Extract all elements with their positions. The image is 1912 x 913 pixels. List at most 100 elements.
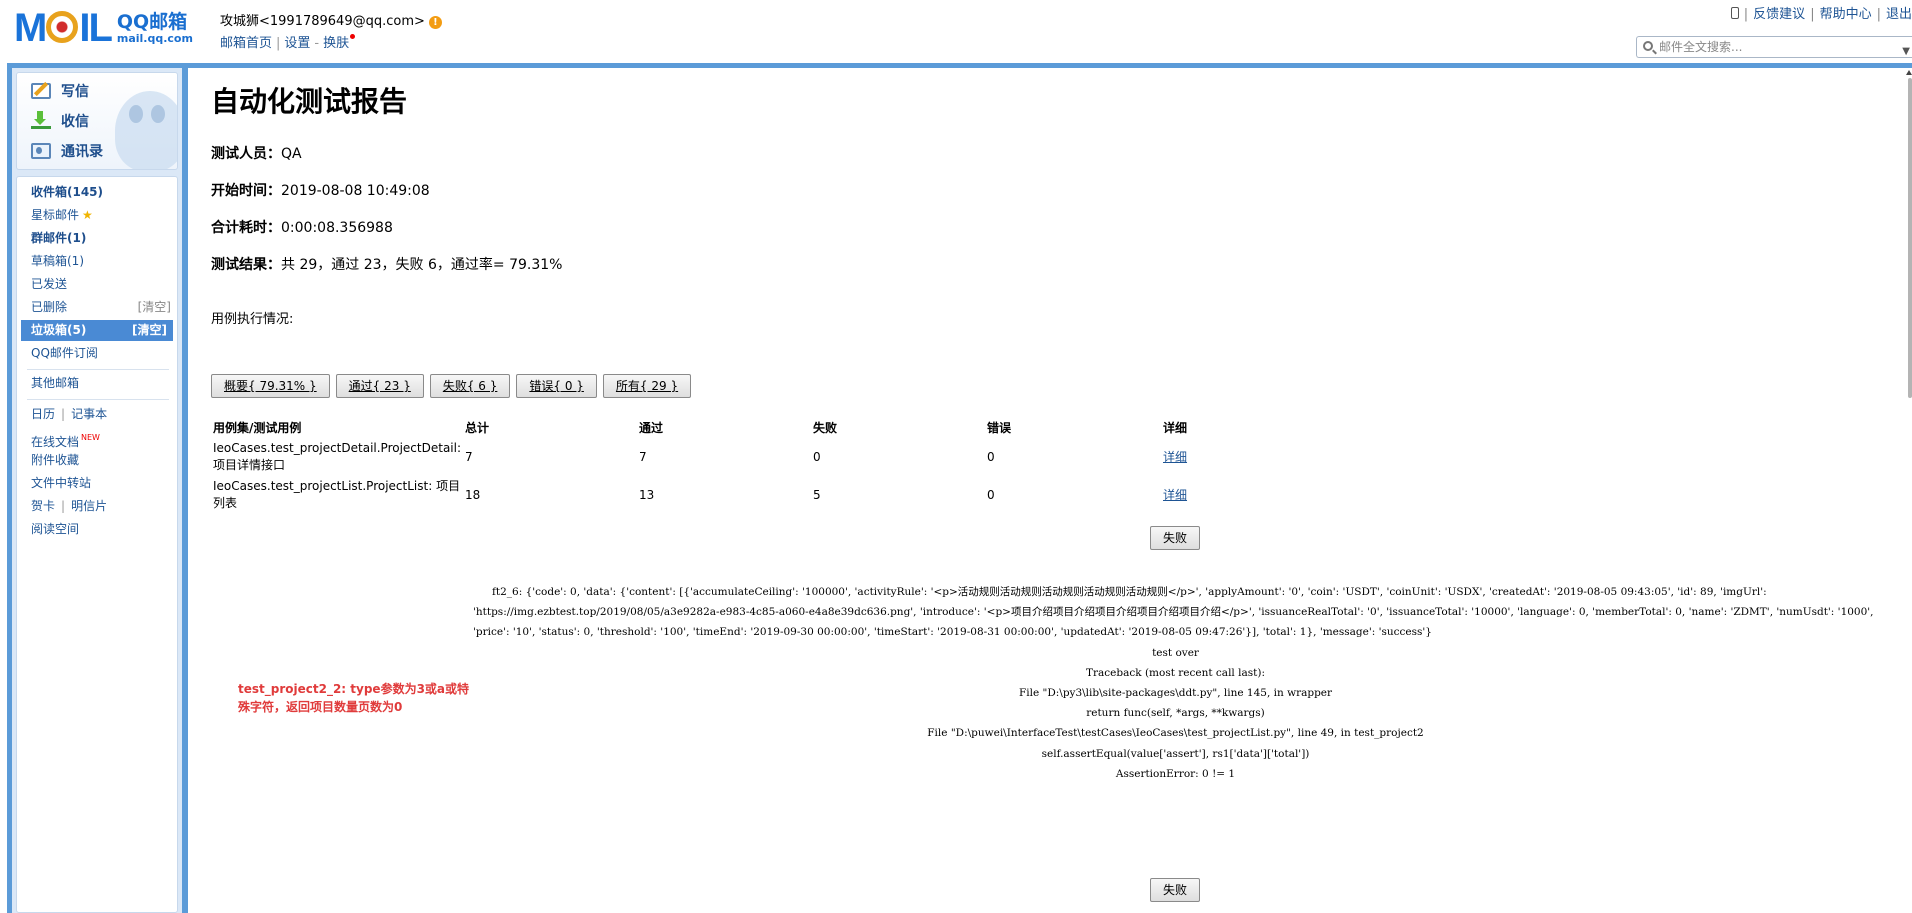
clear-spam-button[interactable]: [清空] — [132, 320, 167, 341]
compose-label: 写信 — [61, 84, 89, 100]
result-table: 用例集/测试用例 总计 通过 失败 错误 详细 IeoCases.test_pr… — [211, 416, 1221, 514]
tab-errors[interactable]: 错误{ 0 } — [516, 374, 597, 398]
col-fail: 失败 — [813, 420, 838, 435]
link-notes[interactable]: 记事本 — [71, 407, 107, 421]
compose-panel: 写信 收信 通讯录 — [16, 72, 178, 170]
meta-tester-label: 测试人员： — [211, 146, 281, 162]
top-links: | 反馈建议 | 帮助中心 | 退出 — [1730, 3, 1912, 22]
sidebar: 写信 收信 通讯录 收件箱(145) 星标邮件 ★ 群邮件(1) 草稿箱(1) 已… — [12, 68, 182, 913]
folder-inbox[interactable]: 收件箱(145) — [17, 182, 177, 203]
folder-subscriptions[interactable]: QQ邮件订阅 — [17, 343, 177, 364]
tools-row-cards: 贺卡 | 明信片 — [31, 499, 108, 513]
folder-spam[interactable]: 垃圾箱(5) [清空] — [21, 320, 173, 341]
cell-fail: 5 — [813, 487, 821, 502]
detail-link[interactable]: 详细 — [1163, 450, 1187, 464]
divider — [27, 399, 169, 400]
qq-mail-logo[interactable]: M IL QQ邮箱 mail.qq.com — [14, 8, 193, 48]
meta-start-time: 开始时间：2019-08-08 10:49:08 — [211, 180, 430, 200]
fail-toggle-button-bottom[interactable]: 失败 — [1150, 878, 1200, 902]
folder-group-mail[interactable]: 群邮件(1) — [17, 228, 177, 249]
meta-tester: 测试人员：QA — [211, 143, 302, 163]
tab-failed[interactable]: 失败{ 6 } — [429, 374, 511, 398]
log-line: AssertionError: 0 != 1 — [1115, 767, 1236, 780]
compose-button[interactable]: 写信 — [31, 79, 89, 103]
filter-tabs: 概要{ 79.31% } 通过{ 23 } 失败{ 6 } 错误{ 0 } 所有… — [211, 374, 697, 398]
failure-log: ft2_6: {'code': 0, 'data': {'content': [… — [473, 582, 1878, 784]
log-response: ft2_6: {'code': 0, 'data': {'content': [… — [473, 586, 1874, 639]
link-online-docs[interactable]: 在线文档 NEW — [17, 427, 177, 449]
detail-link[interactable]: 详细 — [1163, 488, 1187, 502]
contacts-button[interactable]: 通讯录 — [31, 139, 103, 163]
meta-duration-value: 0:00:08.356988 — [281, 220, 393, 236]
link-reading-space[interactable]: 阅读空间 — [17, 519, 177, 540]
receive-icon — [31, 111, 51, 129]
folder-deleted[interactable]: 已删除 [清空] — [17, 297, 177, 318]
log-line: return func(self, *args, **kwargs) — [1086, 707, 1265, 720]
link-file-transfer[interactable]: 文件中转站 — [17, 473, 177, 494]
logo-domain: mail.qq.com — [116, 31, 193, 45]
link-skin[interactable]: 换肤 — [323, 36, 349, 51]
tab-all[interactable]: 所有{ 29 } — [602, 374, 692, 398]
meta-result: 测试结果：共 29，通过 23，失败 6，通过率= 79.31% — [211, 254, 562, 274]
report-title: 自动化测试报告 — [211, 85, 408, 118]
scrollbar-thumb[interactable] — [1908, 78, 1912, 398]
folder-drafts[interactable]: 草稿箱(1) — [17, 251, 177, 272]
log-line: File "D:\puwei\InterfaceTest\testCases\I… — [927, 727, 1424, 740]
cell-fail: 0 — [813, 449, 821, 464]
log-line: self.assertEqual(value['assert'], rs1['d… — [1041, 747, 1310, 760]
write-icon — [31, 83, 51, 99]
warning-icon[interactable]: ! — [428, 16, 442, 29]
folder-starred[interactable]: 星标邮件 ★ — [17, 205, 177, 226]
table-row: IeoCases.test_projectList.ProjectList: 项… — [211, 476, 1221, 514]
tab-passed[interactable]: 通过{ 23 } — [335, 374, 424, 398]
cell-name: IeoCases.test_projectDetail.ProjectDetai… — [213, 441, 462, 472]
search-input[interactable]: 邮件全文搜索... ▼ — [1636, 36, 1912, 58]
cell-error: 0 — [987, 449, 995, 464]
receive-label: 收信 — [61, 114, 89, 130]
cell-pass: 7 — [639, 449, 647, 464]
account-info: 攻城狮<1991789649@qq.com>! 邮箱首页 | 设置 - 换肤 — [220, 10, 442, 51]
tab-summary[interactable]: 概要{ 79.31% } — [211, 374, 330, 398]
case-execution-label: 用例执行情况: — [211, 312, 294, 327]
mail-content: 自动化测试报告 测试人员：QA 开始时间：2019-08-08 10:49:08… — [188, 68, 1912, 913]
link-greeting-card[interactable]: 贺卡 — [31, 499, 55, 513]
scroll-up-icon[interactable] — [1906, 70, 1912, 75]
link-feedback[interactable]: 反馈建议 — [1753, 7, 1805, 22]
link-settings[interactable]: 设置 — [284, 36, 310, 51]
new-dot-icon — [350, 34, 356, 39]
meta-start-value: 2019-08-08 10:49:08 — [281, 183, 430, 199]
folder-spam-label: 垃圾箱(5) — [31, 323, 87, 337]
phone-icon[interactable] — [1730, 7, 1739, 19]
link-help[interactable]: 帮助中心 — [1820, 7, 1872, 22]
penguin-mascot-icon — [115, 91, 177, 169]
chevron-down-icon[interactable]: ▼ — [1902, 42, 1910, 62]
top-header: M IL QQ邮箱 mail.qq.com 攻城狮<1991789649@qq.c… — [0, 0, 1912, 64]
search-icon — [1643, 41, 1653, 51]
contacts-icon — [31, 143, 51, 159]
cell-error: 0 — [987, 487, 995, 502]
log-line: Traceback (most recent call last): — [1086, 666, 1265, 679]
folder-sent[interactable]: 已发送 — [17, 274, 177, 295]
folder-starred-label: 星标邮件 — [31, 208, 80, 222]
fail-toggle-button[interactable]: 失败 — [1150, 526, 1200, 550]
link-calendar[interactable]: 日历 — [31, 407, 55, 421]
meta-start-label: 开始时间： — [211, 183, 281, 199]
col-pass: 通过 — [639, 420, 664, 435]
star-icon: ★ — [82, 208, 93, 222]
folder-other-mailbox[interactable]: 其他邮箱 — [17, 373, 177, 394]
meta-result-value: 共 29，通过 23，失败 6，通过率= 79.31% — [281, 257, 563, 273]
receive-button[interactable]: 收信 — [31, 109, 89, 133]
scrollbar[interactable] — [1906, 68, 1912, 913]
link-attachments[interactable]: 附件收藏 — [17, 450, 177, 471]
link-logout[interactable]: 退出 — [1886, 7, 1912, 22]
log-line: test over — [1152, 646, 1199, 659]
tools-row-calendar: 日历 | 记事本 — [31, 407, 108, 421]
link-mail-home[interactable]: 邮箱首页 — [220, 36, 272, 51]
new-badge: NEW — [81, 433, 100, 442]
folder-list: 收件箱(145) 星标邮件 ★ 群邮件(1) 草稿箱(1) 已发送 已删除 [清空]… — [16, 176, 178, 913]
table-row: IeoCases.test_projectDetail.ProjectDetai… — [211, 438, 1221, 476]
logo-brand: QQ邮箱 — [116, 10, 188, 33]
col-error: 错误 — [987, 420, 1012, 435]
clear-deleted-button[interactable]: [清空] — [138, 297, 171, 318]
link-postcard[interactable]: 明信片 — [71, 499, 107, 513]
